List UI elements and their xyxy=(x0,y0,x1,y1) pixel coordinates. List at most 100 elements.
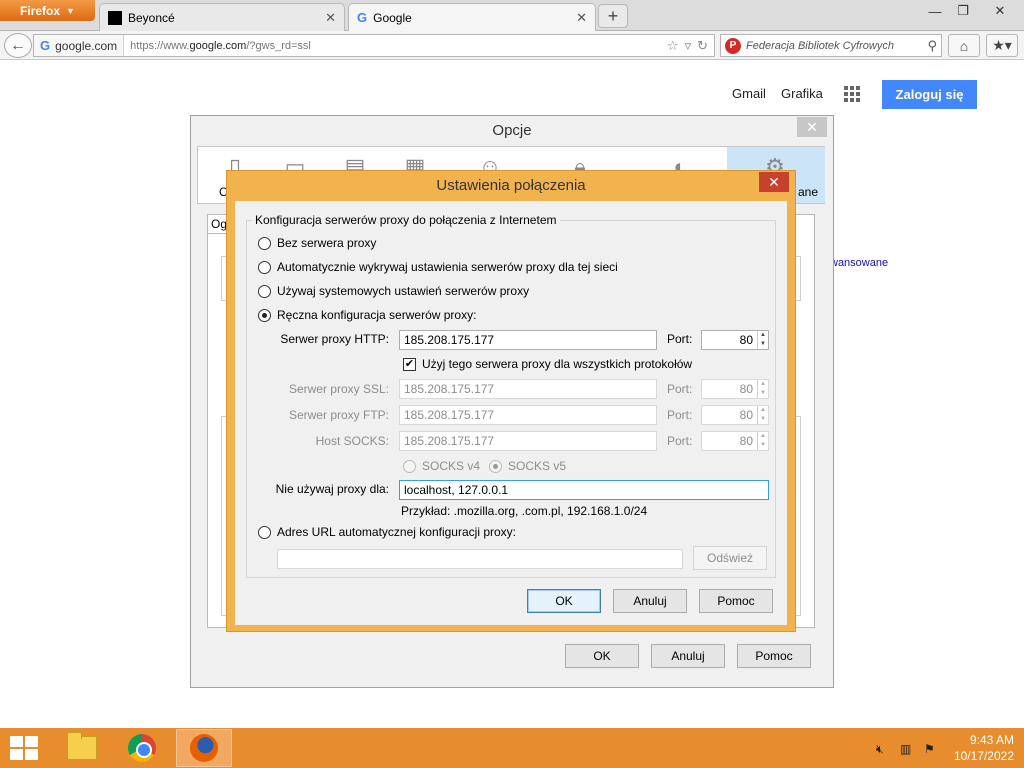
radio-manual-proxy[interactable]: Ręczna konfiguracja serwerów proxy: xyxy=(258,308,476,322)
spinner-arrows-icon[interactable]: ▲ ▼ xyxy=(757,406,768,424)
minimize-button[interactable]: — xyxy=(920,0,950,22)
close-window-button[interactable]: ✕ xyxy=(980,0,1020,22)
search-bar[interactable]: P Federacja Bibliotek Cyfrowych ⚲ xyxy=(720,34,942,57)
radio-pac-url[interactable]: Adres URL automatycznej konfiguracji pro… xyxy=(258,525,516,539)
windows-start-icon[interactable] xyxy=(10,736,38,760)
options-ok-button[interactable]: OK xyxy=(565,644,639,668)
connection-close-button[interactable]: ✕ xyxy=(759,172,789,192)
connection-dialog-body: Konfiguracja serwerów proxy do połączeni… xyxy=(235,201,787,625)
network-icon[interactable]: ▥ xyxy=(900,742,911,756)
port-value: 80 xyxy=(739,408,753,422)
url-text[interactable]: https://www.google.com/?gws_rd=ssl xyxy=(124,40,667,52)
firefox-menu-button[interactable]: Firefox ▼ xyxy=(0,0,95,21)
spinner-arrows-icon[interactable]: ▲ ▼ xyxy=(757,331,768,349)
firefox-icon xyxy=(190,734,218,762)
http-port-input[interactable]: 80 ▲ ▼ xyxy=(701,330,769,350)
radio-button[interactable] xyxy=(258,308,271,322)
same-proxy-checkbox-row[interactable]: ✔ Użyj tego serwera proxy dla wszystkich… xyxy=(403,357,692,371)
options-cancel-button[interactable]: Anuluj xyxy=(651,644,725,668)
back-button[interactable]: ← xyxy=(4,33,32,58)
radio-socks-v4[interactable]: SOCKS v4 xyxy=(403,459,480,473)
radio-button[interactable] xyxy=(258,284,271,298)
radio-button[interactable] xyxy=(258,236,271,250)
magnifier-icon[interactable]: ⚲ xyxy=(927,38,937,54)
checkbox-label: Użyj tego serwera proxy dla wszystkich p… xyxy=(422,357,693,371)
radio-button[interactable] xyxy=(403,459,416,473)
close-tab-icon[interactable]: ✕ xyxy=(325,10,336,26)
browser-titlebar: Firefox ▼ Beyoncé ✕ G Google ✕ + — ❐ ✕ xyxy=(0,0,1024,31)
connection-ok-button[interactable]: OK xyxy=(527,589,601,613)
site-identity-button[interactable]: G google.com xyxy=(34,35,125,56)
options-help-button[interactable]: Pomoc xyxy=(737,644,811,668)
radio-no-proxy[interactable]: Bez serwera proxy xyxy=(258,236,376,250)
advanced-link-partial[interactable]: wansowane xyxy=(830,257,888,269)
folder-icon xyxy=(67,732,97,760)
signin-button[interactable]: Zaloguj się xyxy=(882,80,977,109)
tab-beyonce[interactable]: Beyoncé ✕ xyxy=(99,3,345,31)
tab-google[interactable]: G Google ✕ xyxy=(348,3,596,31)
arrow-left-icon: ← xyxy=(10,36,26,54)
pac-url-input[interactable] xyxy=(277,549,683,569)
action-center-icon[interactable]: ⚑ xyxy=(924,742,935,756)
spinner-arrows-icon[interactable]: ▲ ▼ xyxy=(757,432,768,450)
close-tab-icon[interactable]: ✕ xyxy=(576,10,587,26)
reload-pac-button[interactable]: Odśwież xyxy=(693,546,767,570)
gmail-link[interactable]: Gmail xyxy=(732,86,766,101)
radio-socks-v5[interactable]: SOCKS v5 xyxy=(489,459,566,473)
tab-label: Google xyxy=(373,10,412,25)
dropdown-arrow-icon[interactable]: ▿ xyxy=(685,38,692,54)
home-icon: ⌂ xyxy=(959,37,969,54)
ftp-proxy-input[interactable]: 185.208.175.177 xyxy=(399,405,657,425)
socks-port-input[interactable]: 80 ▲ ▼ xyxy=(701,431,769,451)
radio-button[interactable] xyxy=(258,260,271,274)
taskbar-explorer[interactable] xyxy=(54,729,110,767)
ssl-proxy-input[interactable]: 185.208.175.177 xyxy=(399,379,657,399)
close-icon: ✕ xyxy=(806,118,818,135)
restore-button[interactable]: ❐ xyxy=(948,0,978,22)
socks-host-input[interactable]: 185.208.175.177 xyxy=(399,431,657,451)
no-proxy-input[interactable]: localhost, 127.0.0.1 xyxy=(399,480,769,500)
connection-cancel-button[interactable]: Anuluj xyxy=(613,589,687,613)
firefox-menu-label: Firefox xyxy=(20,3,61,18)
http-proxy-label: Serwer proxy HTTP: xyxy=(280,332,389,346)
spinner-arrows-icon[interactable]: ▲ ▼ xyxy=(757,380,768,398)
options-close-button[interactable]: ✕ xyxy=(797,117,827,137)
site-identity-label: google.com xyxy=(55,38,118,53)
taskbar-chrome[interactable] xyxy=(114,729,170,767)
volume-muted-icon[interactable]: 🔇︎ xyxy=(876,742,884,757)
images-link[interactable]: Grafika xyxy=(781,86,823,101)
radio-system-proxy[interactable]: Używaj systemowych ustawień serwerów pro… xyxy=(258,284,529,298)
radio-button[interactable] xyxy=(258,525,271,539)
radio-label: Adres URL automatycznej konfiguracji pro… xyxy=(277,525,516,539)
url-prefix: https://www. xyxy=(130,39,190,52)
tab-label: Beyoncé xyxy=(128,10,175,25)
port-value: 80 xyxy=(739,382,753,396)
search-input[interactable]: Federacja Bibliotek Cyfrowych xyxy=(746,40,922,52)
beyonce-favicon-icon xyxy=(108,10,122,25)
url-bar[interactable]: G google.com https://www.google.com/?gws… xyxy=(33,34,715,57)
taskbar-firefox[interactable] xyxy=(176,729,232,767)
same-proxy-checkbox[interactable]: ✔ xyxy=(403,357,416,371)
minimize-icon: — xyxy=(928,3,942,19)
apps-grid-icon[interactable] xyxy=(844,86,860,102)
home-button[interactable]: ⌂ xyxy=(948,34,980,57)
radio-auto-detect[interactable]: Automatycznie wykrywaj ustawienia serwer… xyxy=(258,260,618,274)
ssl-port-input[interactable]: 80 ▲ ▼ xyxy=(701,379,769,399)
radio-button[interactable] xyxy=(489,459,502,473)
radio-label: Automatycznie wykrywaj ustawienia serwer… xyxy=(277,260,618,274)
clock-time: 9:43 AM xyxy=(969,733,1014,747)
ftp-port-input[interactable]: 80 ▲ ▼ xyxy=(701,405,769,425)
radio-label: SOCKS v5 xyxy=(508,459,567,473)
new-tab-button[interactable]: + xyxy=(598,4,628,28)
reload-icon[interactable]: ↻ xyxy=(697,38,708,54)
connection-help-button[interactable]: Pomoc xyxy=(699,589,773,613)
bookmarks-button[interactable]: ★▾ xyxy=(986,34,1018,57)
taskbar-clock[interactable]: 9:43 AM 10/17/2022 xyxy=(948,732,1014,764)
bookmark-star-icon[interactable]: ☆ xyxy=(667,38,679,54)
chevron-down-icon: ▼ xyxy=(66,5,75,16)
radio-label: SOCKS v4 xyxy=(422,459,481,473)
search-engine-icon[interactable]: P xyxy=(725,37,741,54)
url-suffix: /?gws_rd=ssl xyxy=(246,39,311,52)
http-proxy-input[interactable]: 185.208.175.177 xyxy=(399,330,657,350)
socks-host-label: Host SOCKS: xyxy=(315,434,389,448)
